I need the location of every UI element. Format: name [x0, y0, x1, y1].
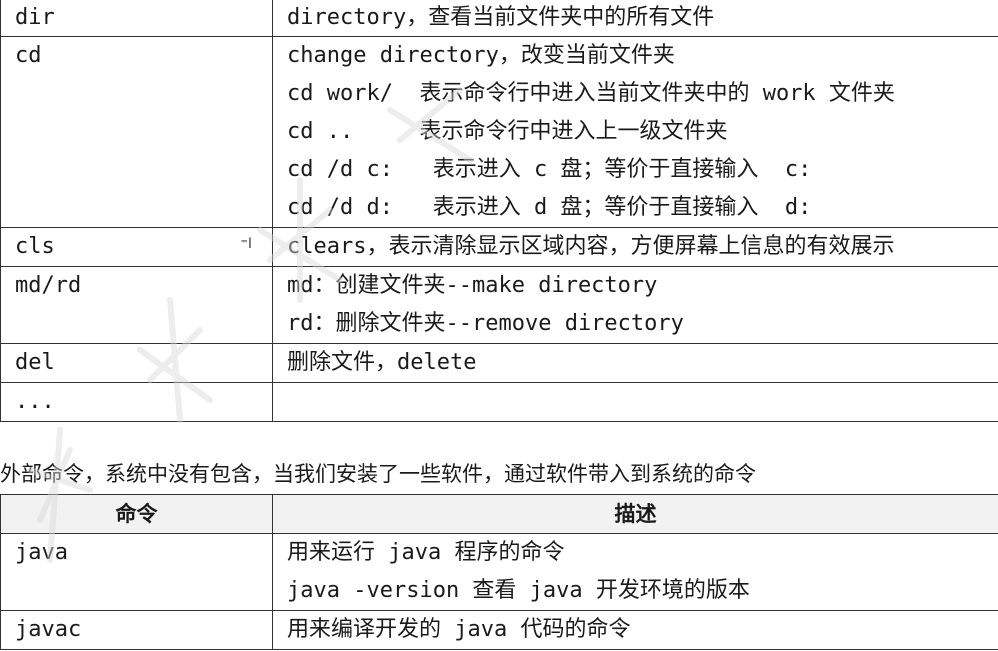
- description-line: md：创建文件夹--make directory: [287, 273, 658, 298]
- command-cell: ...: [0, 382, 273, 422]
- external-commands-table: 命令 描述 java 用来运行 java 程序的命令 java -version…: [0, 494, 998, 650]
- description-line: rd：删除文件夹--remove directory: [287, 311, 684, 336]
- description-line: change directory，改变当前文件夹: [287, 43, 675, 68]
- table-row: cd change directory，改变当前文件夹 cd work/ 表示命…: [0, 36, 998, 228]
- description-line: cd .. 表示命令行中进入上一级文件夹: [287, 119, 728, 144]
- table-header-row: 命令 描述: [0, 494, 998, 534]
- command-cell: java: [0, 533, 273, 611]
- command-name: java: [15, 540, 68, 565]
- description-cell: clears，表示清除显示区域内容，方便屏幕上信息的有效展示: [272, 227, 998, 267]
- command-name: javac: [15, 617, 82, 642]
- table-row: javac 用来编译开发的 java 代码的命令: [0, 610, 998, 650]
- command-name: md/rd: [15, 273, 82, 298]
- table-row: java 用来运行 java 程序的命令 java -version 查看 ja…: [0, 533, 998, 611]
- description-line: cd work/ 表示命令行中进入当前文件夹中的 work 文件夹: [287, 81, 895, 106]
- description-line: cd /d c: 表示进入 c 盘；等价于直接输入 c:: [287, 157, 812, 182]
- description-line: [287, 384, 998, 421]
- table-row: dir directory，查看当前文件夹中的所有文件: [0, 0, 998, 37]
- description-line: directory，查看当前文件夹中的所有文件: [287, 5, 715, 30]
- command-name: cd: [15, 43, 42, 68]
- column-header-command: 命令: [0, 494, 273, 534]
- command-cell: javac: [0, 610, 273, 650]
- command-cell: md/rd: [0, 266, 273, 344]
- command-cell: del: [0, 343, 273, 383]
- description-cell: change directory，改变当前文件夹 cd work/ 表示命令行中…: [272, 36, 998, 228]
- description-line: clears，表示清除显示区域内容，方便屏幕上信息的有效展示: [287, 234, 895, 259]
- table-row: del 删除文件，delete: [0, 343, 998, 383]
- description-cell: md：创建文件夹--make directory rd：删除文件夹--remov…: [272, 266, 998, 344]
- description-line: java -version 查看 java 开发环境的版本: [287, 578, 750, 603]
- command-name: cls: [15, 234, 55, 259]
- table-row: md/rd md：创建文件夹--make directory rd：删除文件夹-…: [0, 266, 998, 344]
- column-header-description: 描述: [272, 494, 998, 534]
- description-line: 删除文件，delete: [287, 350, 477, 375]
- text-cursor-icon: ⁼I: [240, 236, 252, 252]
- description-cell: 删除文件，delete: [272, 343, 998, 383]
- external-commands-caption: 外部命令，系统中没有包含，当我们安装了一些软件，通过软件带入到系统的命令: [0, 462, 756, 486]
- command-name: dir: [15, 5, 55, 30]
- description-line: cd /d d: 表示进入 d 盘；等价于直接输入 d:: [287, 195, 812, 220]
- command-cell: cd: [0, 36, 273, 228]
- command-name: del: [15, 350, 55, 375]
- command-cell: dir: [0, 0, 273, 37]
- command-cell: cls ⁼I: [0, 227, 273, 267]
- command-name: ...: [15, 389, 55, 414]
- description-cell: 用来运行 java 程序的命令 java -version 查看 java 开发…: [272, 533, 998, 611]
- description-line: 用来编译开发的 java 代码的命令: [287, 617, 631, 642]
- table-row: ...: [0, 382, 998, 422]
- description-cell: 用来编译开发的 java 代码的命令: [272, 610, 998, 650]
- internal-commands-table: dir directory，查看当前文件夹中的所有文件 cd change di…: [0, 0, 998, 422]
- description-cell: [272, 382, 998, 422]
- table-row: cls ⁼I clears，表示清除显示区域内容，方便屏幕上信息的有效展示: [0, 227, 998, 267]
- description-line: 用来运行 java 程序的命令: [287, 540, 565, 565]
- description-cell: directory，查看当前文件夹中的所有文件: [272, 0, 998, 37]
